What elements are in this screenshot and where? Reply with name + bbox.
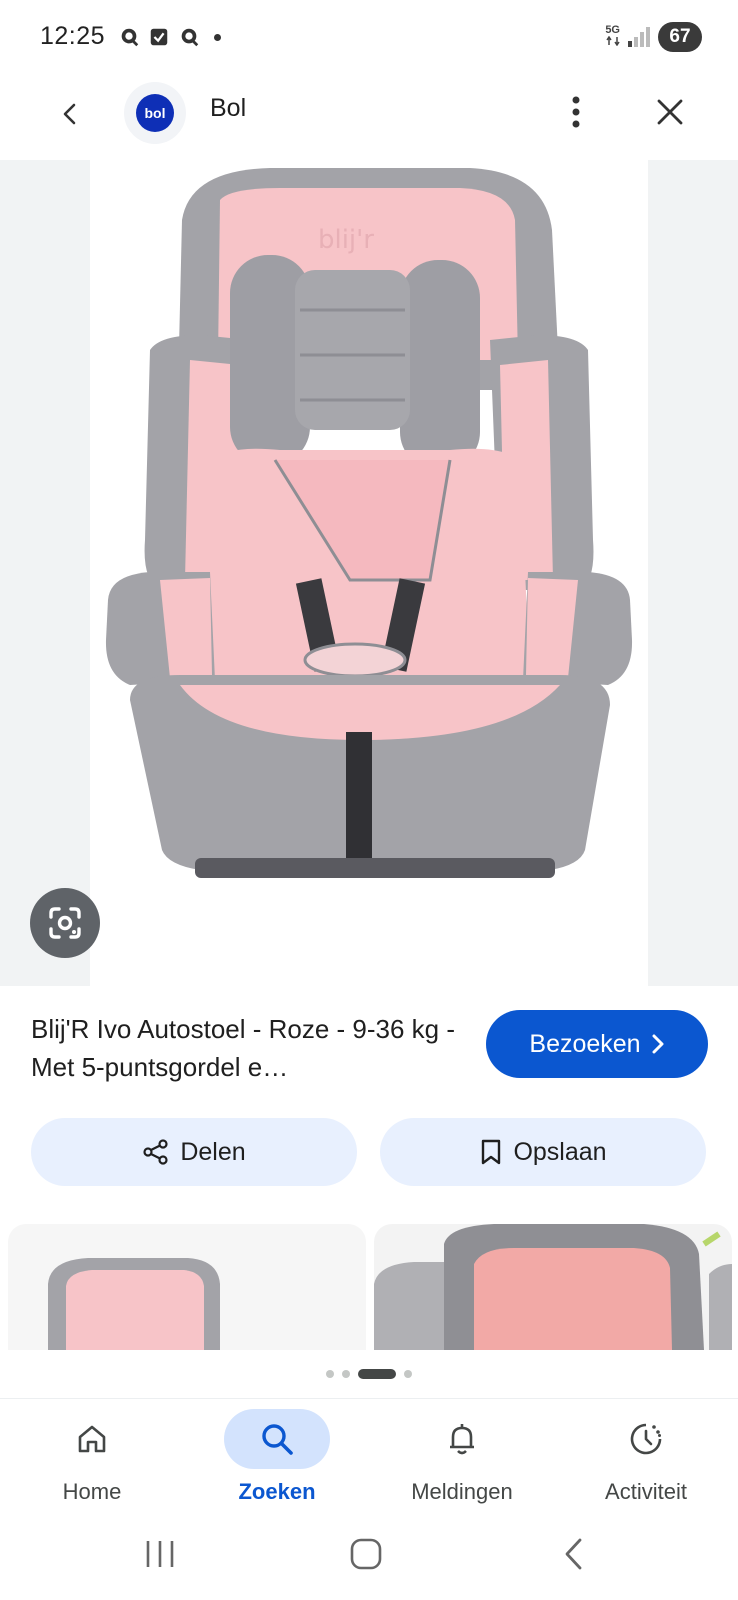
pager-dot [404, 1370, 412, 1378]
more-vert-icon [572, 96, 580, 128]
car-seat-illustration: blij'r [105, 168, 633, 878]
nav-pill [224, 1409, 330, 1469]
pager-dot-active [358, 1369, 396, 1379]
system-indicators: 5G 67 [605, 22, 702, 52]
related-seat-thumbnail [374, 1224, 732, 1350]
status-bar: 12:25 5G 67 [0, 0, 738, 76]
more-options-button[interactable] [552, 88, 600, 136]
signal-icon [628, 27, 650, 47]
nav-item-search[interactable]: Zoeken [197, 1409, 357, 1509]
nav-item-home[interactable]: Home [12, 1409, 172, 1509]
nav-label: Meldingen [411, 1479, 513, 1504]
home-system-button[interactable] [336, 1532, 396, 1576]
visit-button-label: Bezoeken [529, 1029, 641, 1058]
checkbox-icon [150, 28, 168, 46]
network-label: 5G [605, 25, 620, 49]
home-square-icon [350, 1538, 382, 1570]
related-images [0, 1224, 738, 1350]
related-seat-thumbnail [48, 1258, 220, 1350]
nav-label: Home [62, 1479, 122, 1504]
recents-button[interactable] [130, 1532, 190, 1576]
nav-item-activity[interactable]: Activiteit [566, 1409, 726, 1509]
product-image: blij'r [90, 160, 648, 986]
share-label: Delen [180, 1137, 246, 1166]
pager-dot [326, 1370, 334, 1378]
nav-label: Zoeken [238, 1479, 316, 1504]
image-backdrop-right [648, 160, 738, 986]
battery-indicator: 67 [658, 22, 702, 52]
data-arrows-icon [606, 35, 620, 47]
site-logo: bol [124, 82, 186, 144]
save-label: Opslaan [513, 1137, 607, 1166]
image-backdrop-left [0, 160, 90, 986]
bookmark-icon [482, 1139, 501, 1165]
pager-dot [342, 1370, 350, 1378]
back-system-button[interactable] [544, 1532, 604, 1576]
brand-emboss: blij'r [318, 225, 374, 255]
home-icon [78, 1425, 106, 1453]
network-type: 5G [605, 24, 620, 36]
back-arrow-icon [565, 1538, 582, 1570]
site-name: Bol [210, 94, 247, 122]
chevron-right-icon [652, 1034, 664, 1054]
share-button[interactable]: Delen [31, 1118, 357, 1186]
nav-pill [593, 1409, 699, 1469]
nav-pill [409, 1409, 515, 1469]
related-image-card[interactable] [374, 1224, 732, 1350]
back-button[interactable] [46, 90, 94, 138]
recents-icon [146, 1541, 174, 1567]
related-image-card[interactable] [8, 1224, 366, 1350]
share-icon [143, 1139, 168, 1165]
close-button[interactable] [646, 88, 694, 136]
image-pager [0, 1362, 738, 1386]
nav-pill [39, 1409, 145, 1469]
bottom-navigation: Home Zoeken Meldingen Activiteit [0, 1398, 738, 1508]
chat-bubble-icon [181, 28, 199, 47]
chevron-left-icon [63, 103, 76, 125]
product-title[interactable]: Blij'R Ivo Autostoel - Roze - 9-36 kg - … [31, 1010, 461, 1086]
more-notifications-dot [214, 33, 221, 41]
chat-bubble-icon [121, 28, 139, 47]
nav-item-notifications[interactable]: Meldingen [382, 1409, 542, 1509]
bell-icon [450, 1424, 474, 1455]
lens-search-button[interactable] [30, 888, 100, 958]
nav-label: Activiteit [605, 1479, 687, 1504]
product-info-row: Blij'R Ivo Autostoel - Roze - 9-36 kg - … [0, 986, 738, 1096]
google-lens-icon [49, 907, 81, 939]
notification-icons [118, 26, 221, 48]
save-button[interactable]: Opslaan [380, 1118, 706, 1186]
system-navigation-bar [0, 1508, 738, 1600]
search-icon [262, 1424, 293, 1455]
bol-logo-mark: bol [136, 94, 174, 132]
product-image-viewer[interactable]: blij'r [0, 160, 738, 986]
close-icon [657, 99, 683, 125]
status-time: 12:25 [40, 22, 106, 50]
app-header: bol Bol [0, 76, 738, 160]
activity-icon [630, 1423, 662, 1455]
visit-button[interactable]: Bezoeken [486, 1010, 708, 1078]
